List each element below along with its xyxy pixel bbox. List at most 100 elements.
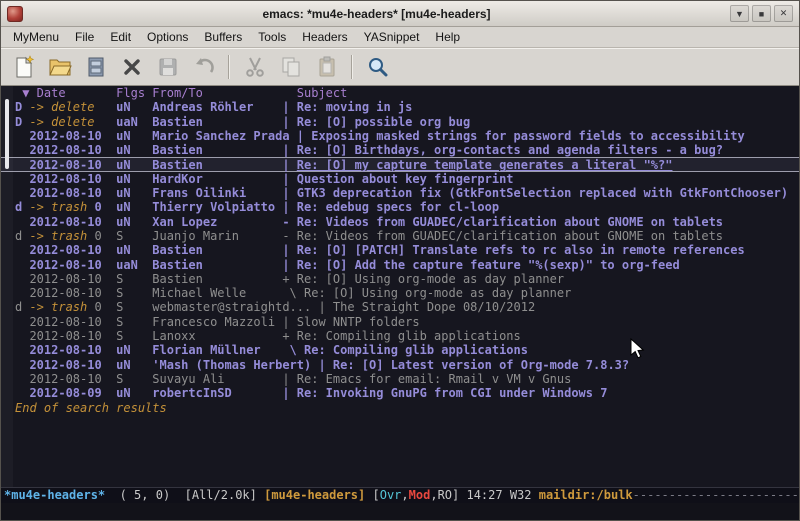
modeline-segment: Ovr [380,488,402,502]
message-row[interactable]: 2012-08-10 uN Florian Müllner \ Re: Comp… [1,343,799,357]
row-segment: uN [116,358,152,372]
message-row[interactable]: 2012-08-10 S Suvayu Ali | Re: Emacs for … [1,372,799,386]
row-segment: D [15,115,29,129]
row-segment: -> trash [29,229,87,243]
row-segment: 2012-08-10 [15,172,116,186]
message-row[interactable]: 2012-08-10 S Lanoxx + Re: Compiling glib… [1,329,799,343]
row-segment: | Question about key fingerprint [282,172,513,186]
message-row[interactable]: 2012-08-10 S Bastien + Re: [O] Using org… [1,272,799,286]
menu-item-file[interactable]: File [67,28,102,46]
row-segment: 2012-08-10 [15,343,116,357]
row-segment: HardKor [152,172,282,186]
message-row[interactable]: 2012-08-10 uN Frans Oilinki | GTK3 depre… [1,186,799,200]
row-segment: -> trash [29,200,87,214]
row-segment: | Re: [O] Add the capture feature "%(sex… [282,258,679,272]
message-row[interactable]: D -> delete uaN Bastien | Re: [O] possib… [1,115,799,129]
new-file-icon [12,55,36,79]
message-row[interactable]: d -> trash 0 uN Thierry Volpiatto | Re: … [1,200,799,214]
header-line: ▼ Date Flgs From/To Subject [1,86,799,100]
row-segment: uaN [116,115,152,129]
row-segment: d [15,200,29,214]
open-file-button[interactable] [43,51,76,82]
paste-button[interactable] [310,51,343,82]
menu-item-options[interactable]: Options [139,28,196,46]
row-segment: - Re: Videos from GUADEC/clarification a… [282,215,723,229]
modeline-segment: ( 5, 0) [All/2.0k] [105,488,264,502]
row-segment: | Re: [O] possible org bug [282,115,470,129]
message-row[interactable]: 2012-08-10 S Francesco Mazzoli | Slow NN… [1,315,799,329]
maximize-button[interactable]: ■ [752,5,771,22]
new-file-button[interactable] [7,51,40,82]
menubar: MyMenuFileEditOptionsBuffersToolsHeaders… [1,27,799,48]
row-segment: 2012-08-10 [15,158,116,172]
row-segment: 2012-08-09 [15,386,116,400]
row-segment: 2012-08-10 [15,272,116,286]
directory-icon [84,55,108,79]
message-row[interactable]: 2012-08-10 uN Bastien | Re: [O] Birthday… [1,143,799,157]
echo-area[interactable] [1,503,799,520]
close-buffer-button[interactable] [115,51,148,82]
titlebar[interactable]: emacs: *mu4e-headers* [mu4e-headers] ▼■✕ [1,1,799,27]
directory-button[interactable] [79,51,112,82]
row-segment: robertcInSD [152,386,282,400]
message-row-current[interactable]: 2012-08-10 uN Bastien | Re: [O] my captu… [1,157,799,171]
row-segment: 0 [87,300,116,314]
message-row[interactable]: d -> trash 0 S webmaster@straightd... | … [1,300,799,314]
message-row[interactable]: 2012-08-10 S Michael Welle \ Re: [O] Usi… [1,286,799,300]
message-row[interactable]: D -> delete uN Andreas Röhler | Re: movi… [1,100,799,114]
row-segment: uN [116,386,152,400]
app-icon [7,6,23,22]
menu-item-mymenu[interactable]: MyMenu [5,28,67,46]
row-segment: uN [116,243,152,257]
row-segment: | Re: edebug specs for cl-loop [282,200,499,214]
row-segment: uN [116,343,152,357]
row-segment: D [15,100,29,114]
scrollbar-thumb[interactable] [5,99,9,169]
message-row[interactable]: 2012-08-10 uN Bastien | Re: [O] [PATCH] … [1,243,799,257]
save-buffer-button[interactable] [151,51,184,82]
modeline-segment: [ [365,488,379,502]
undo-icon [192,55,216,79]
search-button[interactable] [361,51,394,82]
undo-button[interactable] [187,51,220,82]
menu-item-edit[interactable]: Edit [102,28,139,46]
modeline-segment: W32 [510,488,539,502]
row-segment: | Re: moving in js [282,100,412,114]
buffer-area[interactable]: ▼ Date Flgs From/To Subject D -> delete … [1,86,799,487]
row-segment: | [282,158,296,172]
row-segment: 0 [87,229,116,243]
row-segment: 2012-08-10 [15,243,116,257]
open-folder-icon [48,55,72,79]
row-segment: | Exposing masked strings for password f… [297,129,745,143]
row-segment: Frans Oilinki [152,186,282,200]
row-segment: 0 [87,200,116,214]
menu-item-buffers[interactable]: Buffers [196,28,250,46]
toolbar-separator [351,55,353,79]
message-row[interactable]: 2012-08-10 uN Mario Sanchez Prada | Expo… [1,129,799,143]
minimize-button[interactable]: ▼ [730,5,749,22]
message-row[interactable]: 2012-08-09 uN robertcInSD | Re: Invoking… [1,386,799,400]
menu-item-yasnippet[interactable]: YASnippet [356,28,428,46]
row-segment: d [15,229,29,243]
row-segment: Xan Lopez [152,215,282,229]
message-row[interactable]: 2012-08-10 uN Xan Lopez - Re: Videos fro… [1,215,799,229]
message-row[interactable]: 2012-08-10 uaN Bastien | Re: [O] Add the… [1,258,799,272]
message-row[interactable]: 2012-08-10 uN 'Mash (Thomas Herbert) | R… [1,358,799,372]
save-icon [156,55,180,79]
row-segment: + Re: Compiling glib applications [282,329,520,343]
row-segment: S [116,229,152,243]
message-row[interactable]: 2012-08-10 uN HardKor | Question about k… [1,172,799,186]
row-segment: S [116,286,152,300]
scrollbar[interactable] [1,86,13,487]
message-row[interactable]: d -> trash 0 S Juanjo Marin - Re: Videos… [1,229,799,243]
menu-item-tools[interactable]: Tools [250,28,294,46]
paste-clipboard-icon [315,55,339,79]
menu-item-headers[interactable]: Headers [294,28,355,46]
copy-button[interactable] [274,51,307,82]
close-button[interactable]: ✕ [774,5,793,22]
menu-item-help[interactable]: Help [427,28,468,46]
row-segment: uN [116,186,152,200]
row-segment: Juanjo Marin [152,229,282,243]
modeline-segment: 14:27 [466,488,509,502]
cut-button[interactable] [238,51,271,82]
